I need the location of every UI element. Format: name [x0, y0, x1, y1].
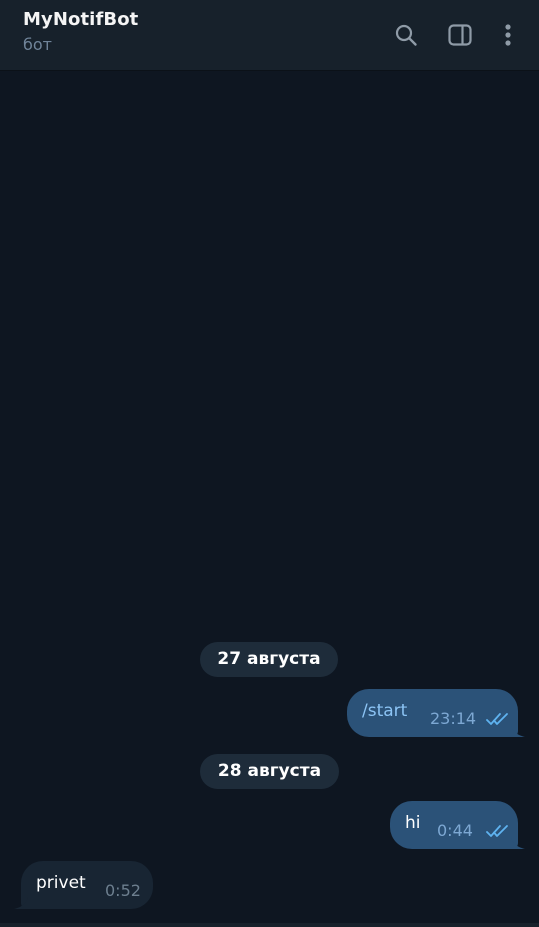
sidebar-toggle-button[interactable] — [443, 16, 477, 54]
message-text[interactable]: /start — [362, 701, 407, 721]
message-time: 0:44 — [437, 821, 473, 840]
message-time: 23:14 — [430, 709, 477, 728]
chat-window: MyNotifBot бот 27 августа /start 23:14 2… — [0, 0, 539, 927]
message-text[interactable]: hi — [405, 813, 421, 833]
message-bubble-incoming[interactable]: privet 0:52 — [14, 861, 153, 909]
bubble-tail — [511, 723, 525, 737]
date-separator: 27 августа — [200, 642, 338, 677]
bubble-tail — [511, 835, 525, 849]
more-vertical-icon — [505, 24, 511, 46]
sidebar-toggle-icon — [448, 24, 472, 46]
message-text[interactable]: privet — [36, 873, 86, 893]
chat-status: бот — [23, 35, 52, 54]
date-separator: 28 августа — [200, 754, 339, 789]
double-check-icon — [486, 825, 508, 837]
bubble-tail — [14, 895, 28, 909]
composer-edge — [0, 923, 539, 927]
double-check-icon — [486, 713, 508, 725]
more-button[interactable] — [491, 16, 525, 54]
message-list[interactable]: 27 августа /start 23:14 28 августа hi 0:… — [0, 71, 539, 923]
chat-title[interactable]: MyNotifBot — [23, 9, 138, 30]
chat-header: MyNotifBot бот — [0, 0, 539, 71]
message-bubble-outgoing[interactable]: hi 0:44 — [390, 801, 525, 849]
search-icon — [395, 24, 417, 46]
message-bubble-outgoing[interactable]: /start 23:14 — [347, 689, 525, 737]
search-button[interactable] — [389, 16, 423, 54]
message-time: 0:52 — [105, 881, 141, 900]
